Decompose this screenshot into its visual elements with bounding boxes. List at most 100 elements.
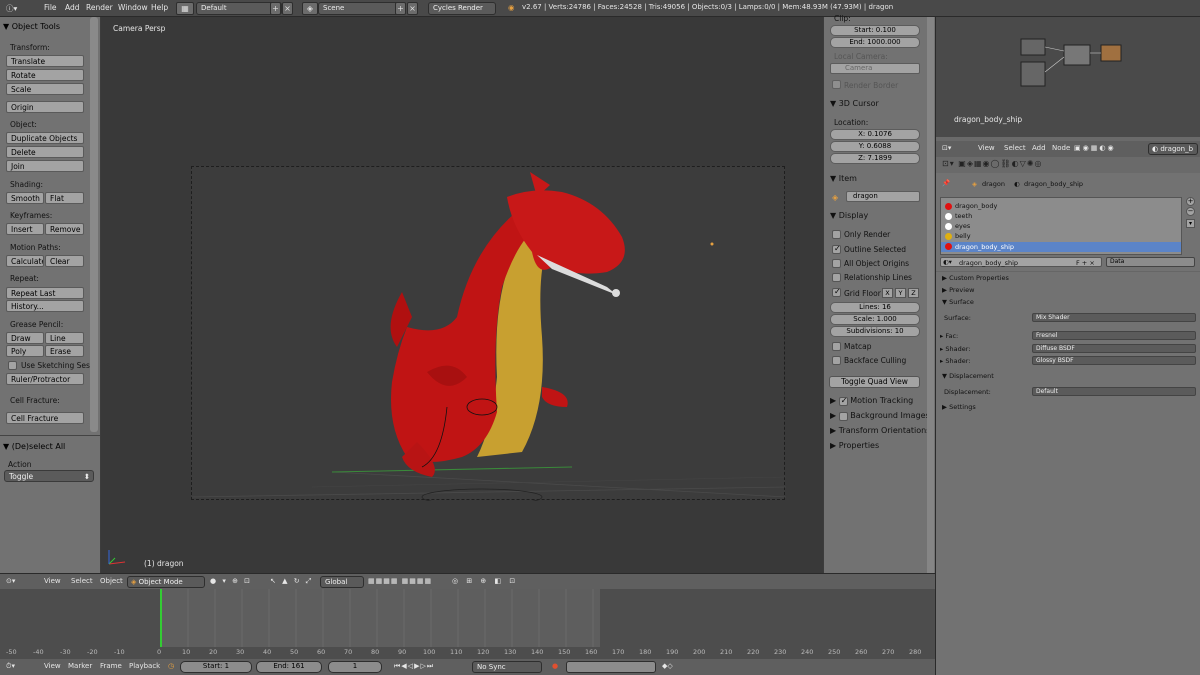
background-images-header[interactable]: ▶ Background Images	[830, 411, 930, 421]
grid-floor-checkbox[interactable]	[832, 287, 841, 297]
properties-header[interactable]: ▶ Properties	[830, 441, 879, 450]
remove-scene-icon[interactable]: ×	[407, 2, 418, 15]
node-menu-view[interactable]: View	[978, 144, 995, 152]
keying-set-field[interactable]	[566, 661, 656, 673]
outline-selected-checkbox[interactable]	[832, 244, 841, 254]
grid-axis-x-toggle[interactable]: X	[882, 288, 893, 298]
material-slot-list[interactable]: dragon_body teeth eyes belly dragon_body…	[940, 197, 1182, 255]
shader1-select[interactable]: Diffuse BSDF	[1032, 344, 1196, 353]
action-select[interactable]: Toggle ⬍	[4, 470, 94, 482]
viewport-menu-view[interactable]: View	[44, 577, 61, 585]
matcap-checkbox[interactable]	[832, 342, 841, 351]
history-button[interactable]: History...	[6, 300, 84, 312]
properties-tab-icons[interactable]: ⊡▾ ▣◈▦◉◯⛓◐▽✺◎	[942, 159, 1042, 168]
node-menu-select[interactable]: Select	[1004, 144, 1026, 152]
pin-icon[interactable]: 📌	[942, 179, 950, 187]
line-button[interactable]: Line	[45, 332, 84, 344]
remove-layout-icon[interactable]: ×	[282, 2, 293, 15]
editor-type-icon[interactable]: ⓘ▾	[6, 3, 17, 14]
surface-header[interactable]: ▼ Surface	[942, 298, 974, 306]
cursor-y-field[interactable]: Y: 0.6088	[830, 141, 920, 152]
preview-header[interactable]: ▶ Preview	[942, 286, 974, 294]
remove-slot-icon[interactable]: −	[1186, 207, 1195, 216]
grid-scale-field[interactable]: Scale: 1.000	[830, 314, 920, 325]
node-type-icons[interactable]: ▣◉▦◐◉	[1074, 144, 1116, 152]
orientation-select[interactable]: Global	[320, 576, 364, 588]
backface-culling-checkbox[interactable]	[832, 356, 841, 365]
duplicate-objects-button[interactable]: Duplicate Objects	[6, 132, 84, 144]
keyframe-insert-icons[interactable]: ◆◇	[662, 662, 673, 670]
sync-select[interactable]: No Sync	[472, 661, 542, 673]
viewport-menu-select[interactable]: Select	[71, 577, 93, 585]
menu-help[interactable]: Help	[151, 3, 168, 12]
only-render-checkbox[interactable]	[832, 230, 841, 239]
calculate-button[interactable]: Calculate	[6, 255, 44, 267]
snap-icons[interactable]: ◎ ⊞ ⊕ ◧ ⊡	[452, 577, 518, 585]
material-link-select[interactable]: Data	[1106, 257, 1195, 267]
shading-icons[interactable]: ● ▾ ⊕ ⊡	[210, 577, 252, 585]
area-separator[interactable]	[935, 17, 936, 675]
material-slot[interactable]: dragon_body	[941, 202, 1181, 211]
grid-lines-field[interactable]: Lines: 16	[830, 302, 920, 313]
timeline-menu-playback[interactable]: Playback	[129, 662, 160, 670]
render-border-checkbox[interactable]	[832, 80, 841, 89]
manipulator-icons[interactable]: ↖ ▲ ↻ ⤢	[270, 577, 313, 586]
ruler-button[interactable]: Ruler/Protractor	[6, 373, 84, 385]
viewport-editor-type-icon[interactable]: ⊙▾	[6, 577, 15, 585]
end-frame-field[interactable]: End: 161	[256, 661, 322, 673]
clip-end-field[interactable]: End: 1000.000	[830, 37, 920, 48]
cursor-x-field[interactable]: X: 0.1076	[830, 129, 920, 140]
draw-button[interactable]: Draw	[6, 332, 44, 344]
flat-button[interactable]: Flat	[45, 192, 84, 204]
node-menu-node[interactable]: Node	[1052, 144, 1070, 152]
timeline-menu-marker[interactable]: Marker	[68, 662, 92, 670]
grid-axis-y-toggle[interactable]: Y	[895, 288, 906, 298]
material-slot[interactable]: belly	[941, 232, 1181, 241]
menu-file[interactable]: File	[44, 3, 57, 12]
slot-specials-icon[interactable]: ▾	[1186, 219, 1195, 228]
start-frame-field[interactable]: Start: 1	[180, 661, 252, 673]
origin-button[interactable]: Origin	[6, 101, 84, 113]
relationship-lines-checkbox[interactable]	[832, 273, 841, 282]
fake-user-icon[interactable]: F + ×	[1076, 259, 1095, 267]
add-layout-icon[interactable]: +	[270, 2, 281, 15]
menu-window[interactable]: Window	[118, 3, 148, 12]
repeat-last-button[interactable]: Repeat Last	[6, 287, 84, 299]
timeline-menu-frame[interactable]: Frame	[100, 662, 122, 670]
displacement-header[interactable]: ▼ Displacement	[942, 372, 994, 380]
operator-header[interactable]: ▼ (De)select All	[3, 442, 65, 451]
translate-button[interactable]: Translate	[6, 55, 84, 67]
scene-icon[interactable]: ◈	[302, 2, 318, 15]
n-panel-scrollbar[interactable]	[927, 17, 934, 573]
cursor-z-field[interactable]: Z: 7.1899	[830, 153, 920, 164]
material-slot-selected[interactable]: dragon_body_ship	[941, 242, 1181, 252]
preview-range-icon[interactable]: ◷	[168, 662, 174, 670]
add-scene-icon[interactable]: +	[395, 2, 406, 15]
insert-keyframe-button[interactable]: Insert	[6, 223, 44, 235]
rotate-button[interactable]: Rotate	[6, 69, 84, 81]
settings-header[interactable]: ▶ Settings	[942, 403, 976, 411]
motion-tracking-checkbox[interactable]	[838, 396, 848, 406]
grid-subdivisions-field[interactable]: Subdivisions: 10	[830, 326, 920, 337]
smooth-button[interactable]: Smooth	[6, 192, 44, 204]
scale-button[interactable]: Scale	[6, 83, 84, 95]
viewport-menu-object[interactable]: Object	[100, 577, 123, 585]
item-name-field[interactable]: dragon	[846, 191, 920, 202]
timeline-menu-view[interactable]: View	[44, 662, 61, 670]
all-origins-checkbox[interactable]	[832, 259, 841, 268]
motion-tracking-header[interactable]: ▶ Motion Tracking	[830, 396, 913, 406]
shader2-select[interactable]: Glossy BSDF	[1032, 356, 1196, 365]
material-slot[interactable]: eyes	[941, 222, 1181, 231]
screen-layout-icon[interactable]: ▦	[176, 2, 194, 15]
cell-fracture-button[interactable]: Cell Fracture	[6, 412, 84, 424]
add-slot-icon[interactable]: +	[1186, 197, 1195, 206]
join-button[interactable]: Join	[6, 160, 84, 172]
displacement-select[interactable]: Default	[1032, 387, 1196, 396]
node-editor[interactable]: dragon_body_ship	[936, 17, 1200, 137]
background-images-checkbox[interactable]	[838, 412, 848, 421]
playback-controls-icon[interactable]: ⏮◀◁▶▷⏭	[394, 662, 434, 671]
menu-add[interactable]: Add	[65, 3, 80, 12]
tool-shelf-scrollbar[interactable]	[90, 17, 98, 432]
3d-cursor-header[interactable]: ▼ 3D Cursor	[830, 99, 879, 108]
record-icon[interactable]: ●	[552, 662, 558, 670]
